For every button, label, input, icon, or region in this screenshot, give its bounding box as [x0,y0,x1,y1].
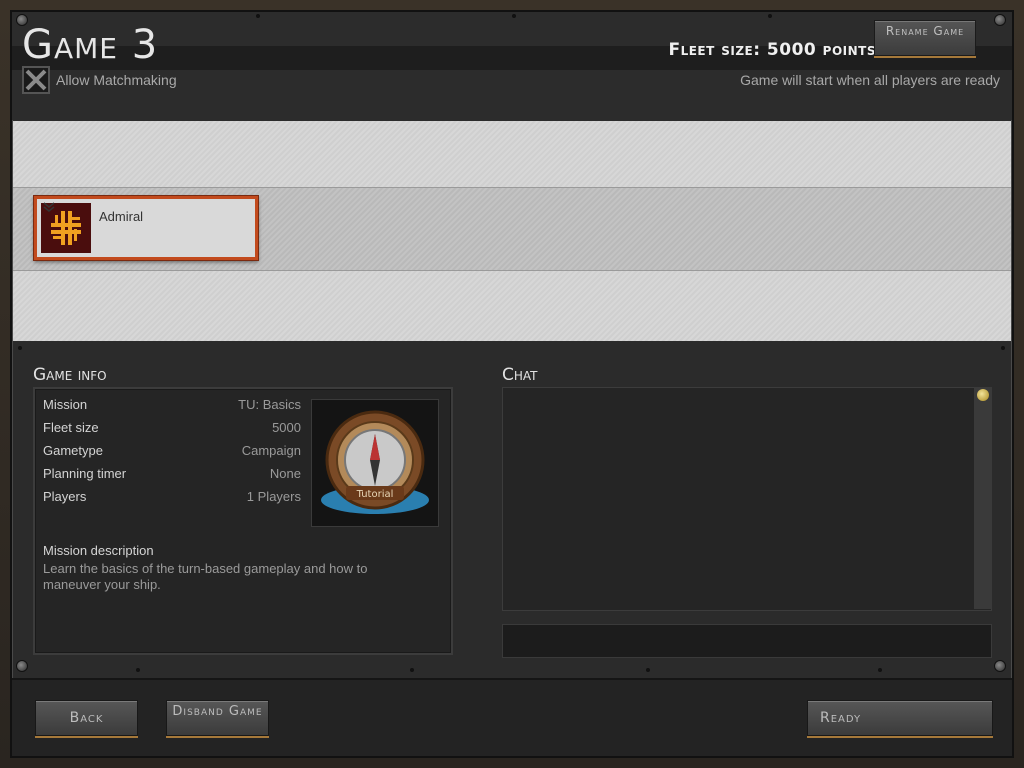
player-card[interactable]: Admiral [34,196,258,260]
rivet [994,660,1006,672]
disband-game-button[interactable]: Disband Game [166,700,269,736]
rivet [768,14,772,18]
info-value: None [269,466,301,481]
info-row-mission: Mission TU: Basics [43,397,301,417]
info-value: TU: Basics [238,397,301,412]
mission-description-text: Learn the basics of the turn-based gamep… [43,561,368,592]
player-lane [13,271,1011,341]
rivet [1001,346,1005,350]
chat-title: Chat [502,365,538,385]
compass-icon: Tutorial [321,410,429,514]
game-info-title: Game info [33,365,107,385]
rivet [136,668,140,672]
chat-scrollbar-thumb[interactable] [977,389,989,401]
info-value: 5000 [272,420,301,435]
fleet-size-heading: Fleet size: 5000 points [668,40,876,60]
info-label: Fleet size [43,420,99,435]
info-label: Gametype [43,443,103,458]
rivet [878,668,882,672]
allow-matchmaking-label: Allow Matchmaking [56,72,177,88]
info-value: Campaign [241,443,301,458]
info-row-fleet-size: Fleet size 5000 [43,420,301,440]
info-label: Planning timer [43,466,127,481]
mission-description-title: Mission description [43,543,154,558]
header [12,12,1012,120]
info-label: Players [43,489,87,504]
mission-badge-label: Tutorial [356,489,394,500]
rivet [410,668,414,672]
ready-button[interactable]: Ready [807,700,993,736]
checkbox-x-icon [25,69,47,91]
rivet [994,14,1006,26]
rivet [16,660,28,672]
back-button[interactable]: Back [35,700,138,736]
rivet [18,346,22,350]
info-label: Mission [43,397,88,412]
game-info-panel: Mission TU: Basics Fleet size 5000 Gamet… [33,387,453,655]
rivet [256,14,260,18]
player-name: Admiral [99,209,144,224]
info-row-planning-timer: Planning timer None [43,466,301,486]
chat-input[interactable] [502,624,992,658]
player-lane [13,121,1011,187]
chat-scrollbar[interactable] [974,387,992,609]
rivet [646,668,650,672]
allow-matchmaking-checkbox[interactable] [22,66,50,94]
info-row-players: Players 1 Players [43,489,301,509]
chevron-down-icon[interactable] [43,202,55,212]
chat-log [502,387,992,611]
info-value: 1 Players [246,489,301,504]
rivet [512,14,516,18]
mission-badge-image: Tutorial [311,399,439,527]
info-row-gametype: Gametype Campaign [43,443,301,463]
rename-game-button[interactable]: Rename Game [874,20,976,56]
rivet [16,14,28,26]
game-title: Game 3 [22,22,159,68]
start-status-note: Game will start when all players are rea… [740,72,1000,88]
